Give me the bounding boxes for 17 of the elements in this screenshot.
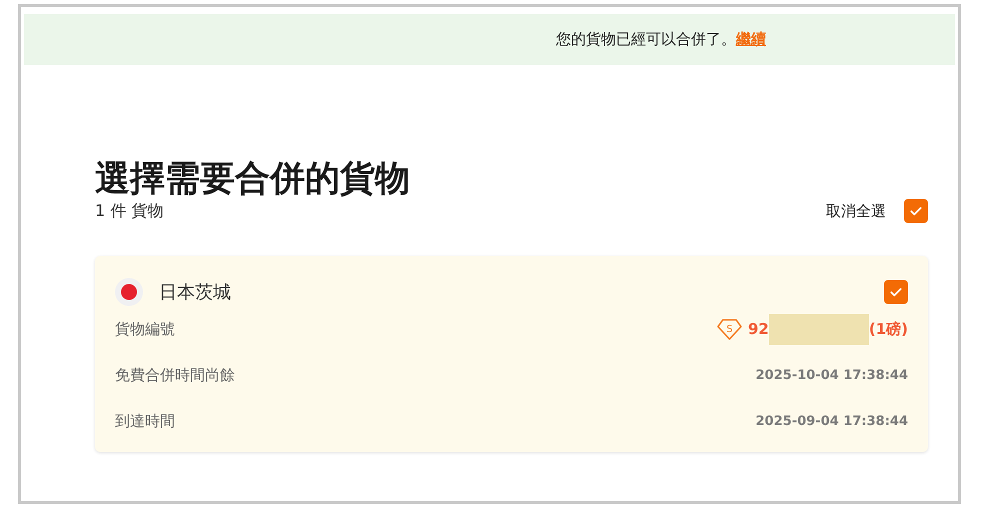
field-label: 到達時間 <box>115 412 175 430</box>
shipment-checkbox[interactable] <box>884 280 908 304</box>
field-label: 免費合併時間尚餘 <box>115 366 235 384</box>
page-title: 選擇需要合併的貨物 <box>95 158 411 201</box>
field-label: 貨物編號 <box>115 320 175 338</box>
select-all-checkbox[interactable] <box>904 199 928 223</box>
tracking-number: 92 <box>748 320 769 338</box>
deselect-all-label: 取消全選 <box>826 202 886 220</box>
origin-label: 日本茨城 <box>159 281 232 304</box>
shield-s-icon: S <box>716 318 742 340</box>
notice-text: 您的貨物已經可以合併了。 <box>556 30 736 49</box>
weight-text: (1磅) <box>868 320 908 338</box>
continue-link[interactable]: 繼續 <box>736 30 766 49</box>
timestamp: 2025-10-04 17:38:44 <box>756 368 908 382</box>
japan-flag-icon <box>115 278 143 306</box>
timestamp: 2025-09-04 17:38:44 <box>756 414 908 428</box>
shipment-count: 1 件 貨物 <box>95 200 164 222</box>
